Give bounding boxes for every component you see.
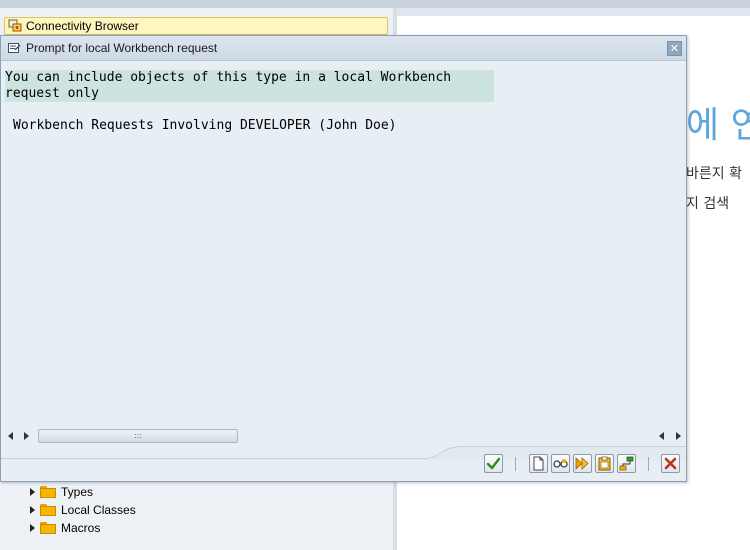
tree-item-label: Local Classes bbox=[61, 503, 136, 517]
hierarchy-button[interactable] bbox=[617, 454, 636, 473]
forward-icon bbox=[575, 457, 589, 470]
info-message-line: request only bbox=[5, 86, 494, 102]
toolbar-separator bbox=[515, 457, 516, 471]
requests-heading: Workbench Requests Involving DEVELOPER (… bbox=[13, 118, 397, 133]
confirm-button[interactable] bbox=[484, 454, 503, 473]
top-strip bbox=[0, 0, 750, 8]
folder-icon bbox=[40, 522, 56, 534]
tree-item-label: Macros bbox=[61, 521, 101, 535]
toolbar-separator bbox=[648, 457, 649, 471]
tree-item-macros[interactable]: Macros bbox=[30, 520, 100, 536]
scroll-left-end-icon[interactable] bbox=[659, 432, 664, 440]
scrollbar-thumb[interactable]: ::: bbox=[38, 429, 238, 443]
cancel-button[interactable] bbox=[661, 454, 680, 473]
connectivity-browser-tab[interactable]: Connectivity Browser bbox=[4, 17, 388, 35]
expand-arrow-icon[interactable] bbox=[30, 488, 35, 496]
create-request-button[interactable] bbox=[529, 454, 548, 473]
background-text-line: 바른지 확 bbox=[686, 166, 742, 182]
expand-arrow-icon[interactable] bbox=[30, 506, 35, 514]
horizontal-scrollbar[interactable]: ::: bbox=[2, 428, 685, 444]
connectivity-browser-label: Connectivity Browser bbox=[26, 19, 139, 33]
info-message-line: You can include objects of this type in … bbox=[5, 70, 494, 86]
folder-icon bbox=[40, 486, 56, 498]
forward-button[interactable] bbox=[573, 454, 592, 473]
folder-icon bbox=[40, 504, 56, 516]
background-heading: 에 연 bbox=[686, 105, 750, 146]
expand-arrow-icon[interactable] bbox=[30, 524, 35, 532]
scroll-right-icon[interactable] bbox=[24, 432, 29, 440]
connectivity-icon bbox=[8, 19, 22, 33]
checkmark-icon bbox=[486, 457, 501, 470]
close-icon[interactable]: ✕ bbox=[667, 41, 682, 56]
clipboard-button[interactable] bbox=[595, 454, 614, 473]
scroll-left-icon[interactable] bbox=[8, 432, 13, 440]
dialog-title-bar[interactable]: Prompt for local Workbench request ✕ bbox=[1, 36, 686, 61]
document-icon bbox=[533, 456, 544, 471]
tree-item-local-classes[interactable]: Local Classes bbox=[30, 502, 136, 518]
hierarchy-icon bbox=[619, 456, 634, 471]
display-icon bbox=[553, 459, 568, 468]
dialog-title: Prompt for local Workbench request bbox=[26, 41, 218, 55]
workbench-request-dialog: Prompt for local Workbench request ✕ You… bbox=[0, 35, 687, 482]
tree-item-label: Types bbox=[61, 485, 94, 499]
scroll-right-end-icon[interactable] bbox=[676, 432, 681, 440]
prompt-icon bbox=[7, 41, 21, 55]
tree-item-types[interactable]: Types bbox=[30, 484, 93, 500]
clipboard-icon bbox=[598, 456, 611, 471]
background-text-line: 지 검색 bbox=[686, 196, 730, 212]
display-request-button[interactable] bbox=[551, 454, 570, 473]
cancel-icon bbox=[664, 457, 677, 470]
